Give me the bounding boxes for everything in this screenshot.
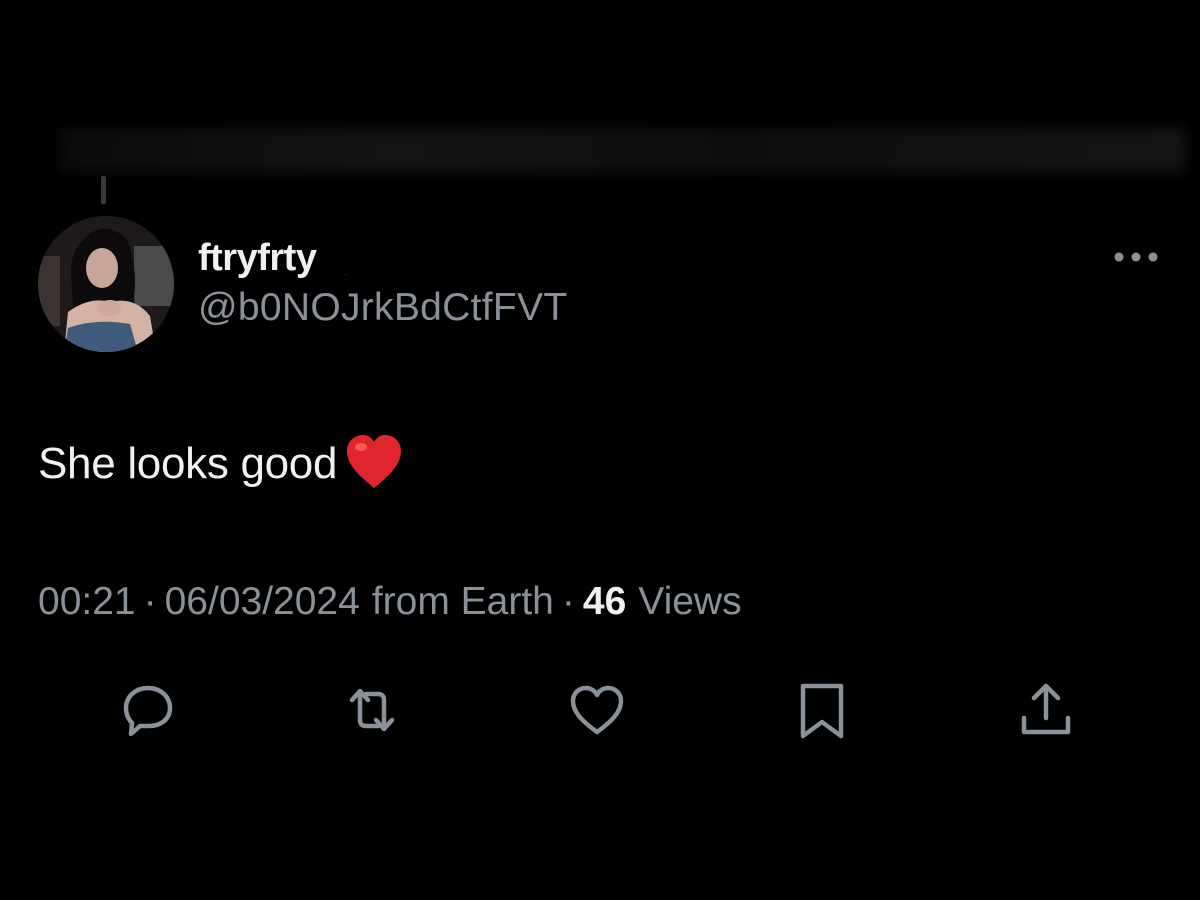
red-heart-icon (337, 432, 405, 497)
avatar-image (38, 216, 174, 352)
bookmark-button[interactable] (790, 678, 854, 742)
tweet-meta: 00:21 · 06/03/2024 from Earth · 46 Views (38, 580, 742, 624)
reply-button[interactable] (116, 678, 180, 742)
share-button[interactable] (1014, 678, 1078, 742)
views-count[interactable]: 46 (583, 580, 626, 624)
tweet-source: from Earth (371, 580, 554, 623)
separator-dot: · (561, 580, 575, 623)
tweet-body: She looks good (38, 432, 405, 496)
like-button[interactable] (565, 678, 629, 742)
avatar[interactable] (38, 216, 174, 352)
share-upload-icon (1021, 683, 1071, 735)
user-handle[interactable]: @b0NOJrkBdCtfFVT (198, 286, 567, 330)
tweet-date[interactable]: 06/03/2024 (165, 580, 360, 624)
crescent-moon-icon (320, 230, 378, 287)
tweet-text: She looks good (38, 439, 338, 488)
more-options-icon[interactable] (1112, 248, 1160, 266)
tweet-time: 00:21 (38, 580, 136, 623)
thread-connector-line (101, 176, 106, 204)
retweet-icon (349, 688, 395, 732)
bookmark-icon (800, 683, 844, 739)
retweet-button[interactable] (340, 678, 404, 742)
display-name[interactable]: ftryfrty (198, 237, 317, 280)
views-label[interactable]: Views (638, 580, 741, 624)
display-name-row[interactable]: ftryfrty (198, 233, 378, 282)
heart-outline-icon (570, 685, 624, 735)
previous-tweet-blurred (60, 128, 1185, 172)
separator-dot: · (143, 580, 157, 623)
speech-bubble-icon (123, 685, 173, 737)
